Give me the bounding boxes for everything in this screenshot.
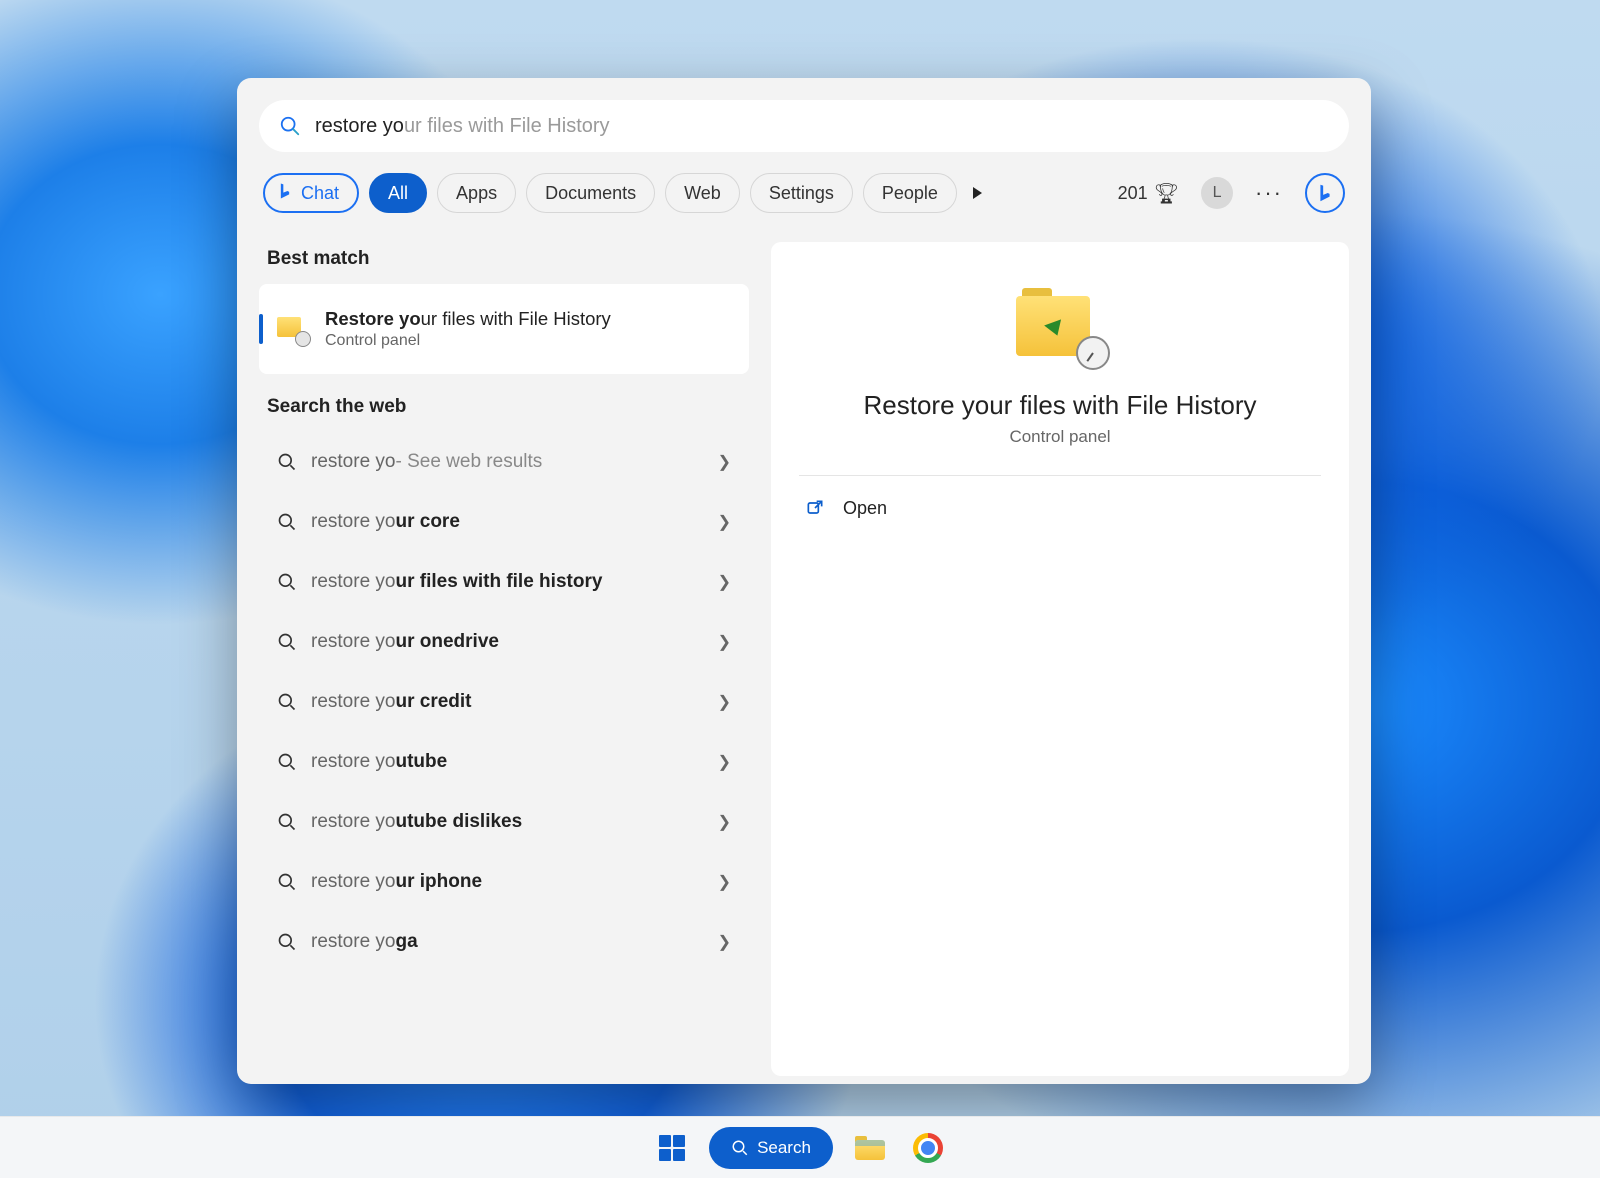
open-bing-chat-button[interactable] (1305, 173, 1345, 213)
search-icon (277, 932, 297, 952)
search-icon (277, 572, 297, 592)
preview-subtitle: Control panel (1009, 427, 1110, 447)
chevron-right-icon: ❯ (718, 572, 731, 592)
web-result-label: restore yo - See web results (311, 451, 542, 473)
search-input[interactable]: restore yo ur files with File History (315, 115, 610, 138)
web-result-label: restore yoga (311, 931, 418, 953)
preview-title: Restore your files with File History (864, 390, 1257, 421)
rewards-button[interactable]: 201 🏆︎ (1118, 181, 1179, 206)
search-icon (277, 632, 297, 652)
web-result-label: restore your onedrive (311, 631, 499, 653)
chevron-right-icon: ❯ (718, 512, 731, 532)
filter-web-label: Web (684, 183, 721, 204)
filter-apps-label: Apps (456, 183, 497, 204)
file-explorer-icon (855, 1136, 885, 1160)
filter-apps[interactable]: Apps (437, 173, 516, 213)
search-icon (731, 1139, 749, 1157)
chevron-right-icon: ❯ (718, 872, 731, 892)
preview-panel: Restore your files with File History Con… (771, 242, 1349, 1076)
search-icon (277, 512, 297, 532)
chrome-icon (913, 1133, 943, 1163)
search-icon (279, 115, 301, 137)
filter-settings[interactable]: Settings (750, 173, 853, 213)
web-result-label: restore youtube (311, 751, 447, 773)
filter-people[interactable]: People (863, 173, 957, 213)
web-result-label: restore your iphone (311, 871, 482, 893)
open-icon (805, 498, 825, 518)
web-result[interactable]: restore youtube ❯ (259, 732, 749, 792)
best-match-subtitle: Control panel (325, 332, 611, 350)
web-result[interactable]: restore your core ❯ (259, 492, 749, 552)
web-result[interactable]: restore your credit ❯ (259, 672, 749, 732)
play-icon (973, 187, 982, 199)
windows-logo-icon (659, 1135, 685, 1161)
search-icon (277, 452, 297, 472)
file-history-large-icon (1016, 288, 1104, 366)
chevron-right-icon: ❯ (718, 692, 731, 712)
taskbar-search-button[interactable]: Search (709, 1127, 833, 1169)
filter-people-label: People (882, 183, 938, 204)
filter-chat-label: Chat (301, 183, 339, 204)
search-icon (277, 872, 297, 892)
taskbar-search-label: Search (757, 1138, 811, 1158)
chevron-right-icon: ❯ (718, 752, 731, 772)
search-web-heading: Search the web (267, 396, 741, 418)
filter-settings-label: Settings (769, 183, 834, 204)
search-icon (277, 692, 297, 712)
taskbar: Search (0, 1116, 1600, 1178)
chevron-right-icon: ❯ (718, 452, 731, 472)
web-result[interactable]: restore your files with file history ❯ (259, 552, 749, 612)
filter-chat[interactable]: Chat (263, 173, 359, 213)
web-result[interactable]: restore youtube dislikes ❯ (259, 792, 749, 852)
best-match-title-rest: ur files with File History (421, 308, 611, 330)
open-action[interactable]: Open (799, 476, 1321, 540)
avatar-initial: L (1213, 184, 1222, 202)
web-result[interactable]: restore yoga ❯ (259, 912, 749, 972)
filter-documents[interactable]: Documents (526, 173, 655, 213)
account-avatar[interactable]: L (1201, 177, 1233, 209)
filter-all[interactable]: All (369, 173, 427, 213)
more-options-button[interactable]: ··· (1255, 180, 1283, 206)
filter-more-button[interactable] (967, 173, 988, 213)
results-column: Best match Restore yo ur files with File… (259, 242, 749, 1076)
best-match-title-typed: Restore yo (325, 308, 421, 330)
chevron-right-icon: ❯ (718, 812, 731, 832)
bing-chat-icon (1314, 182, 1336, 204)
taskbar-explorer-button[interactable] (849, 1127, 891, 1169)
web-result[interactable]: restore yo - See web results ❯ (259, 432, 749, 492)
chevron-right-icon: ❯ (718, 932, 731, 952)
search-icon (277, 752, 297, 772)
best-match-heading: Best match (267, 248, 741, 270)
start-button[interactable] (651, 1127, 693, 1169)
filter-documents-label: Documents (545, 183, 636, 204)
filter-all-label: All (388, 183, 408, 204)
chevron-right-icon: ❯ (718, 632, 731, 652)
web-result-label: restore your core (311, 511, 460, 533)
open-label: Open (843, 498, 887, 519)
best-match-result[interactable]: Restore yo ur files with File History Co… (259, 284, 749, 374)
trophy-icon: 🏆︎ (1154, 181, 1179, 206)
search-typed-text: restore yo (315, 115, 404, 138)
rewards-count: 201 (1118, 183, 1148, 204)
search-flyout: restore yo ur files with File History Ch… (237, 78, 1371, 1084)
web-result[interactable]: restore your iphone ❯ (259, 852, 749, 912)
search-autocomplete-text: ur files with File History (404, 115, 610, 138)
web-result[interactable]: restore your onedrive ❯ (259, 612, 749, 672)
filter-row: Chat All Apps Documents Web Settings Peo… (259, 168, 1349, 222)
file-history-icon (277, 313, 309, 345)
web-result-label: restore your credit (311, 691, 472, 713)
web-result-label: restore youtube dislikes (311, 811, 522, 833)
web-result-label: restore your files with file history (311, 571, 602, 593)
search-icon (277, 812, 297, 832)
filter-web[interactable]: Web (665, 173, 740, 213)
taskbar-chrome-button[interactable] (907, 1127, 949, 1169)
bing-icon (275, 181, 295, 206)
search-bar[interactable]: restore yo ur files with File History (259, 100, 1349, 152)
